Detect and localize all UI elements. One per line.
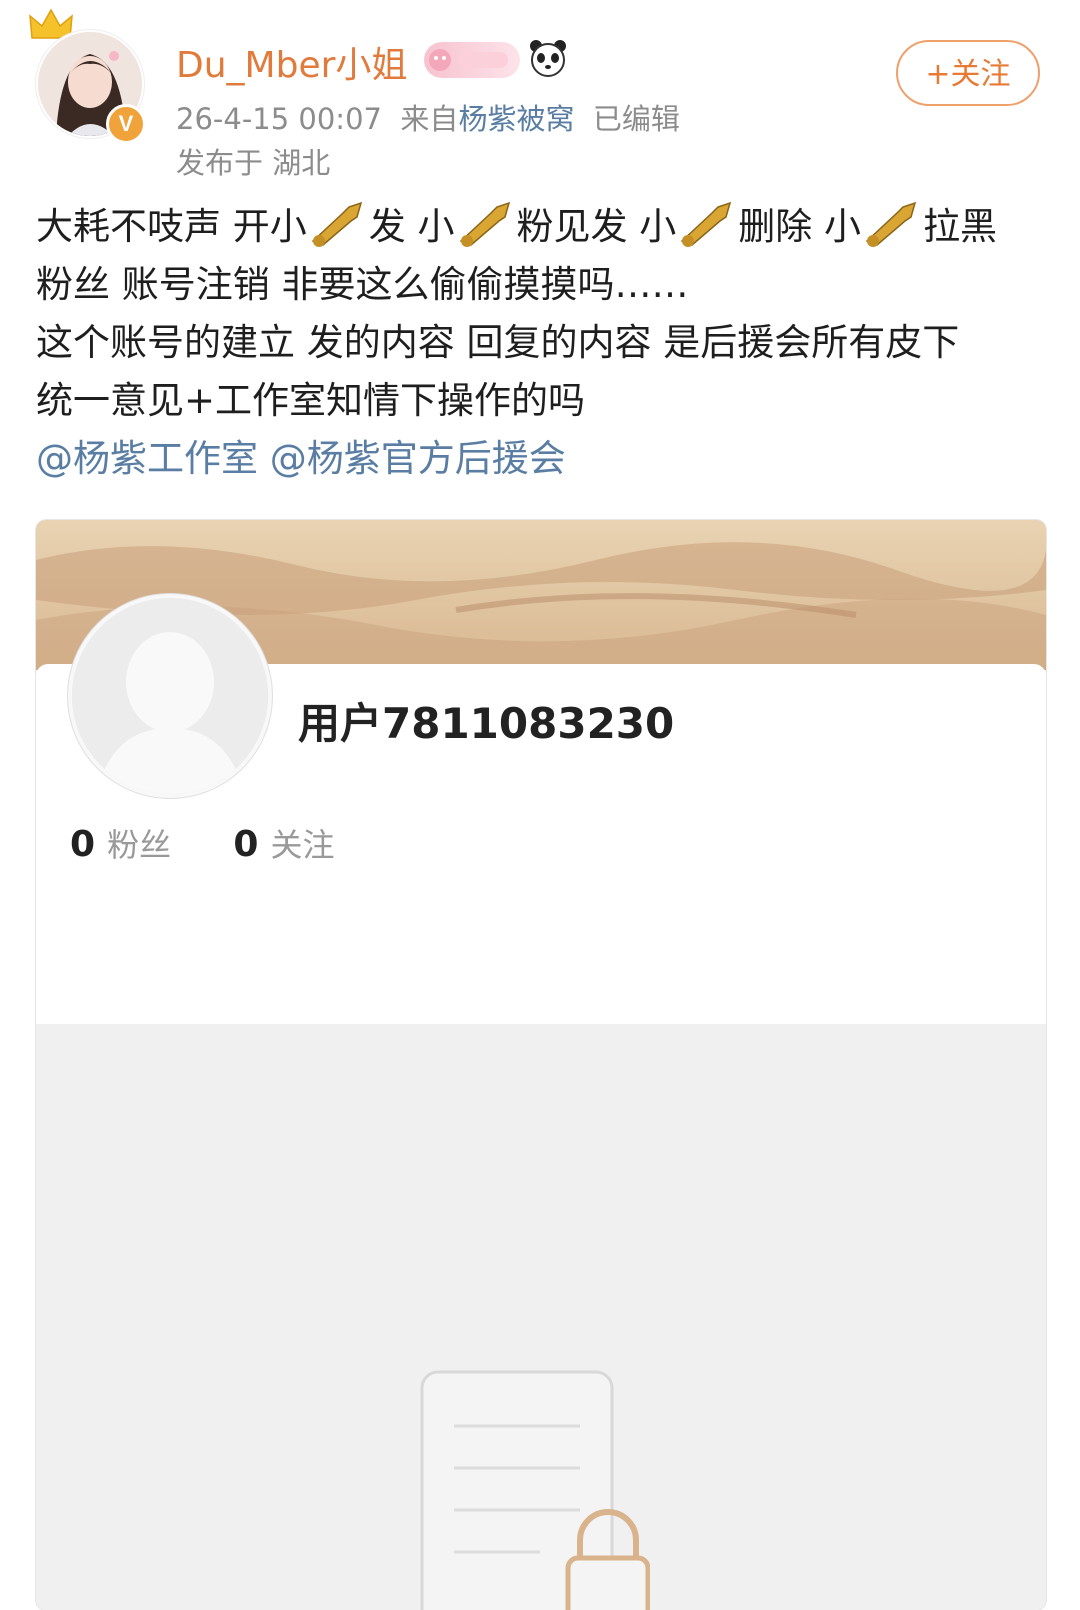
follow-button[interactable]: +关注 [896,40,1040,106]
embedded-profile-card[interactable]: 用户7811083230 0 粉丝 0 关注 [36,520,1046,1610]
post-line-2: 粉丝 账号注销 非要这么偷偷摸摸吗…… [36,263,689,306]
profile-username: 用户7811083230 [298,699,675,748]
trumpet-icon [865,201,917,247]
post-content: 大耗不吱声 开小发 小粉见发 小删除 小拉黑 粉丝 账号注销 非要这么偷偷摸摸吗… [36,198,1046,488]
edited-label: 已编辑 [592,102,680,136]
following-label: 关注 [270,826,335,864]
author-name[interactable]: Du_Mber小姐 [176,36,407,88]
post-line-3: 这个账号的建立 发的内容 回复的内容 是后援会所有皮下 [36,321,960,364]
post-line-1: 大耗不吱声 开小发 小粉见发 小删除 小拉黑 [36,198,1046,256]
mention-link[interactable]: @杨紫官方后援会 [270,437,566,480]
following-count: 0 [233,824,259,865]
source-prefix: 来自 [400,102,459,136]
post-line-4: 统一意见+工作室知情下操作的吗 [36,379,586,422]
profile-stats: 0 粉丝 0 关注 [70,820,335,866]
post-mentions: @杨紫工作室 @杨紫官方后援会 [36,430,1046,488]
fans-count: 0 [70,824,96,865]
mention-link[interactable]: @杨紫工作室 [36,437,258,480]
post-source-link[interactable]: 杨紫被窝 [458,102,574,136]
trumpet-icon [311,201,362,247]
panda-icon [530,40,566,77]
member-rank-badge-icon [424,42,520,78]
post-location: 发布于 湖北 [176,146,331,180]
default-avatar-icon [68,594,272,798]
trumpet-icon [680,201,732,247]
locked-document-icon [420,1370,650,1610]
post-time: 26-4-15 00:07 [176,102,382,136]
trumpet-icon [459,201,510,247]
verified-badge-icon: V [106,104,146,144]
post-meta: 26-4-15 00:07 来自杨紫被窝 已编辑 [176,96,680,138]
fans-label: 粉丝 [107,826,172,864]
